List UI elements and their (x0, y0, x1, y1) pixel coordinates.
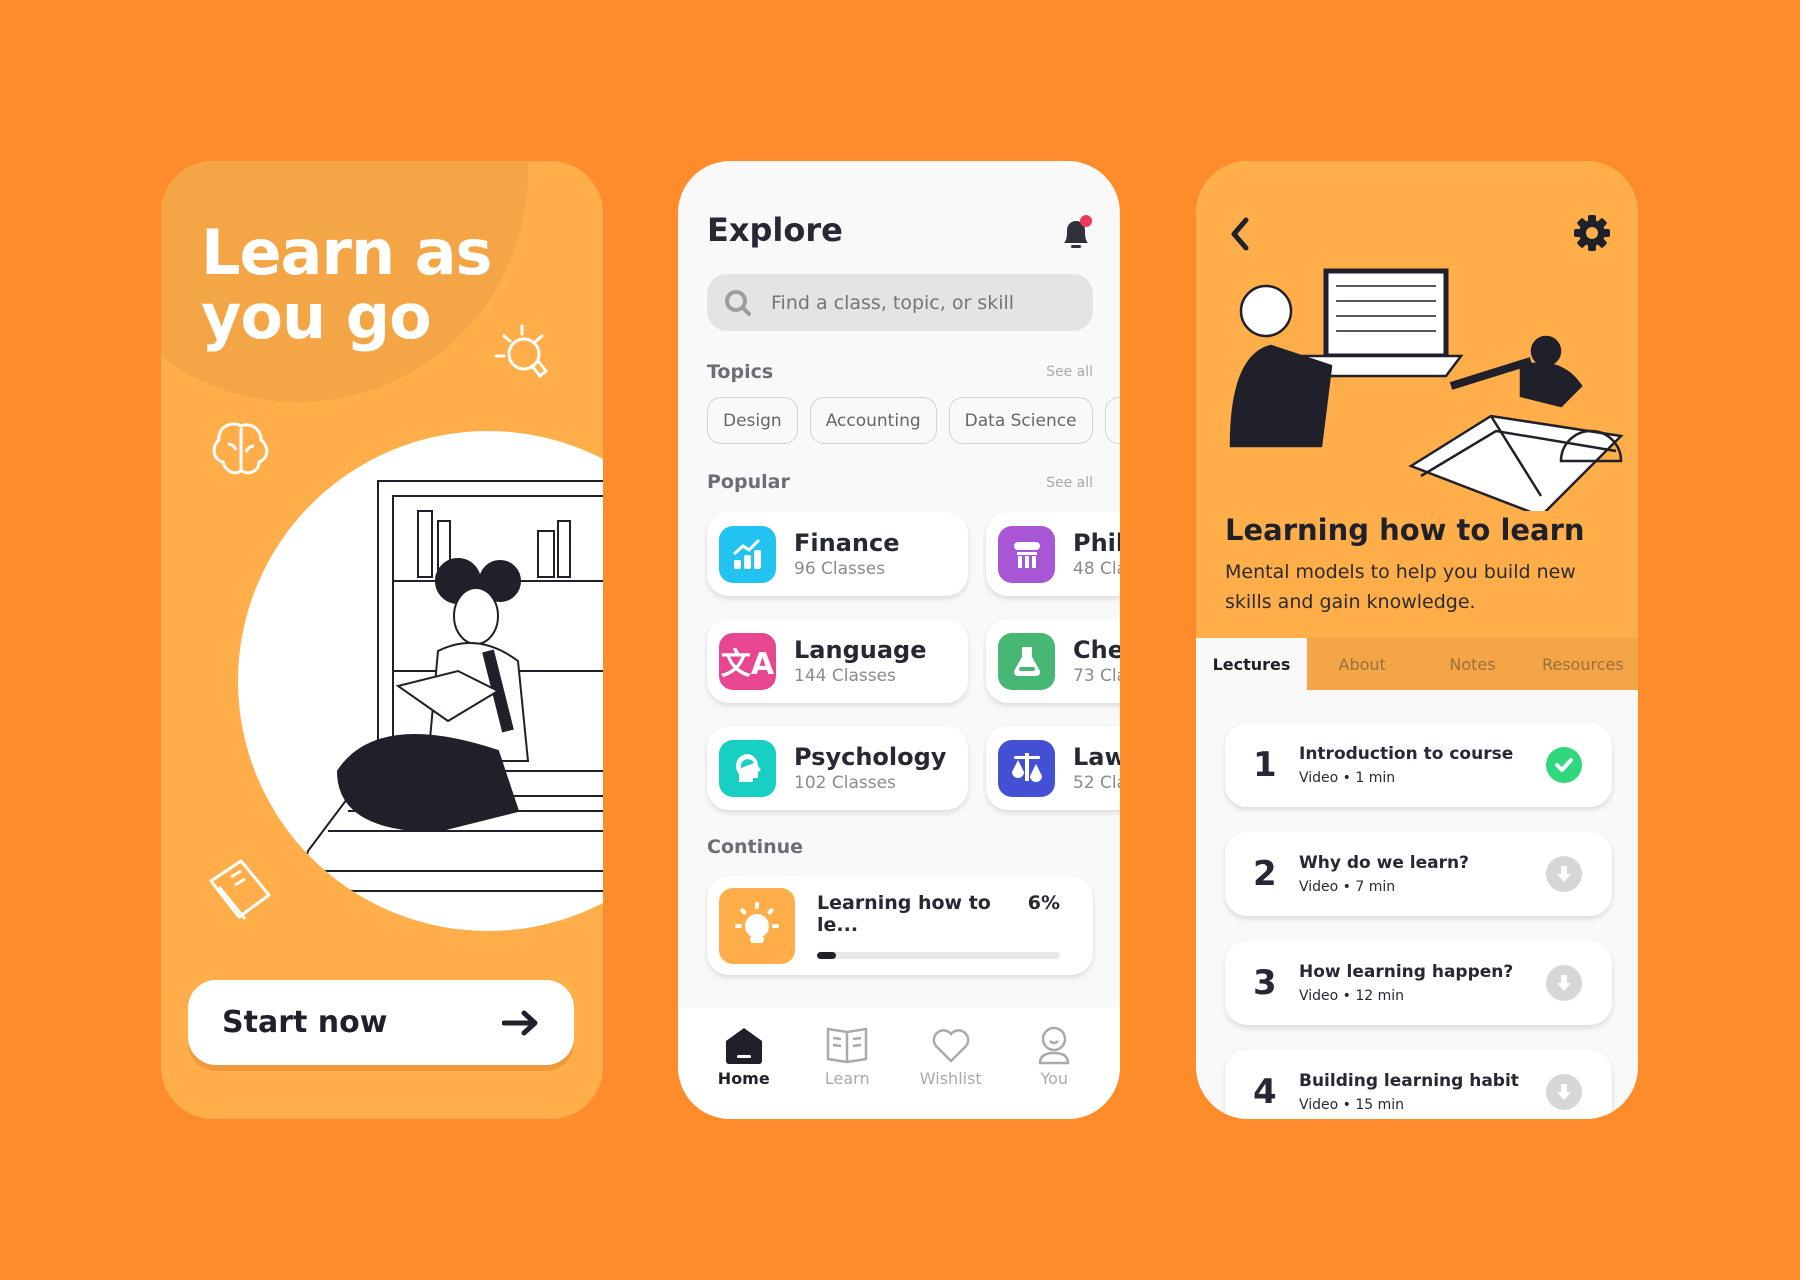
tab-about[interactable]: About (1307, 638, 1417, 690)
progress-fill (817, 952, 837, 959)
nav-label: Home (717, 1069, 770, 1088)
topic-chip[interactable]: Design (707, 397, 798, 444)
course-title: Learning how to learn (1225, 513, 1585, 547)
lecture-number: 4 (1253, 1072, 1277, 1112)
notebook-icon (209, 859, 271, 920)
course-tabs: Lectures About Notes Resources (1196, 638, 1638, 690)
lecture-title: Introduction to course (1299, 744, 1514, 764)
studying-illustration (1229, 268, 1624, 511)
topics-see-all-link[interactable]: See all (1046, 364, 1093, 380)
card-count: 73 Cla (1073, 666, 1120, 686)
card-count: 96 Classes (794, 559, 886, 579)
nav-label: Learn (824, 1069, 870, 1088)
column-icon (998, 525, 1055, 583)
lecture-number: 1 (1253, 745, 1277, 785)
topic-chip[interactable]: Data Science (948, 397, 1093, 444)
nav-home[interactable]: Home (704, 1025, 784, 1119)
settings-gear-icon[interactable] (1572, 213, 1612, 253)
start-now-label: Start now (222, 1005, 388, 1040)
completed-check-icon (1546, 747, 1582, 783)
flask-icon (998, 632, 1055, 690)
card-count: 144 Classes (794, 666, 896, 686)
popular-card-law[interactable]: Law52 Cla (986, 726, 1120, 810)
card-title: Law (1073, 743, 1120, 771)
card-title: Phil (1073, 529, 1120, 557)
translate-icon: 文A (719, 632, 776, 690)
nav-label: Wishlist (919, 1069, 982, 1088)
card-count: 52 Cla (1073, 773, 1120, 793)
tab-resources[interactable]: Resources (1528, 638, 1638, 690)
lecture-title: How learning happen? (1299, 962, 1514, 982)
lecture-number: 2 (1253, 854, 1277, 894)
lecture-meta: Video • 15 min (1299, 1097, 1405, 1113)
lecture-item[interactable]: 4 Building learning habit Video • 15 min (1225, 1050, 1612, 1119)
course-screen: Learning how to learn Mental models to h… (1196, 161, 1638, 1119)
back-chevron-icon[interactable] (1226, 216, 1256, 252)
card-title: Psychology (794, 743, 947, 771)
continue-course-card[interactable]: Learning how to le... 6% (707, 876, 1093, 975)
lecture-number: 3 (1253, 963, 1277, 1003)
home-icon (725, 1028, 762, 1064)
progress-bar (817, 952, 1060, 959)
book-icon (827, 1027, 868, 1064)
tab-lectures[interactable]: Lectures (1196, 638, 1307, 690)
lecture-meta: Video • 12 min (1299, 988, 1405, 1004)
card-title: Language (794, 636, 927, 664)
hero-title: Learn as you go (201, 216, 492, 353)
lecture-meta: Video • 1 min (1299, 770, 1396, 786)
nav-wishlist[interactable]: Wishlist (911, 1025, 991, 1119)
head-icon (719, 739, 776, 797)
lecture-meta: Video • 7 min (1299, 879, 1396, 895)
popular-card-finance[interactable]: Finance 96 Classes (707, 512, 968, 596)
brain-icon (212, 422, 269, 475)
search-input[interactable] (771, 291, 1071, 314)
download-icon[interactable] (1546, 965, 1582, 1001)
search-bar[interactable] (707, 274, 1093, 331)
card-title: Che (1073, 636, 1120, 664)
nav-you[interactable]: You (1014, 1025, 1094, 1119)
chart-growth-icon (719, 525, 776, 583)
search-icon (725, 289, 751, 316)
lecture-item[interactable]: 1 Introduction to course Video • 1 min (1225, 723, 1612, 807)
heart-icon (932, 1029, 970, 1063)
reading-illustration (238, 431, 603, 931)
onboarding-screen: Learn as you go Start now (161, 161, 603, 1119)
tab-notes[interactable]: Notes (1417, 638, 1527, 690)
popular-card-language[interactable]: 文A Language 144 Classes (707, 619, 968, 703)
lightbulb-icon (494, 324, 549, 379)
popular-heading: Popular (707, 471, 790, 493)
topic-chip-overflow[interactable] (1104, 397, 1120, 444)
scales-icon (998, 739, 1055, 797)
popular-card-chemistry[interactable]: Che73 Cla (986, 619, 1120, 703)
card-count: 102 Classes (794, 773, 896, 793)
card-title: Finance (794, 529, 900, 557)
nav-learn[interactable]: Learn (807, 1025, 887, 1119)
topics-heading: Topics (707, 361, 774, 383)
lecture-item[interactable]: 2 Why do we learn? Video • 7 min (1225, 832, 1612, 916)
popular-see-all-link[interactable]: See all (1046, 475, 1093, 491)
lecture-item[interactable]: 3 How learning happen? Video • 12 min (1225, 941, 1612, 1025)
lecture-title: Building learning habit (1299, 1071, 1519, 1091)
user-icon (1038, 1026, 1070, 1065)
notification-bell-icon[interactable] (1056, 213, 1096, 253)
popular-card-philosophy[interactable]: Phil48 Cla (986, 512, 1120, 596)
download-icon[interactable] (1546, 856, 1582, 892)
nav-label: You (1040, 1069, 1069, 1088)
continue-course-title: Learning how to le... (817, 892, 991, 936)
topic-chips: Design Accounting Data Science (707, 397, 1120, 444)
arrow-right-icon (502, 1010, 538, 1035)
page-title: Explore (707, 211, 843, 249)
topic-chip[interactable]: Accounting (809, 397, 937, 444)
continue-progress-text: 6% (1027, 892, 1060, 914)
continue-heading: Continue (707, 836, 804, 858)
download-icon[interactable] (1546, 1074, 1582, 1110)
course-description: Mental models to help you build new skil… (1225, 561, 1576, 613)
explore-screen: Explore Topics See all Design Accounting… (678, 161, 1120, 1119)
start-now-button[interactable]: Start now (188, 980, 574, 1065)
bottom-nav: Home Learn Wishlist You (678, 1007, 1120, 1119)
popular-card-psychology[interactable]: Psychology 102 Classes (707, 726, 968, 810)
lightbulb-icon (719, 887, 795, 964)
lecture-title: Why do we learn? (1299, 853, 1469, 873)
card-count: 48 Cla (1073, 559, 1120, 579)
